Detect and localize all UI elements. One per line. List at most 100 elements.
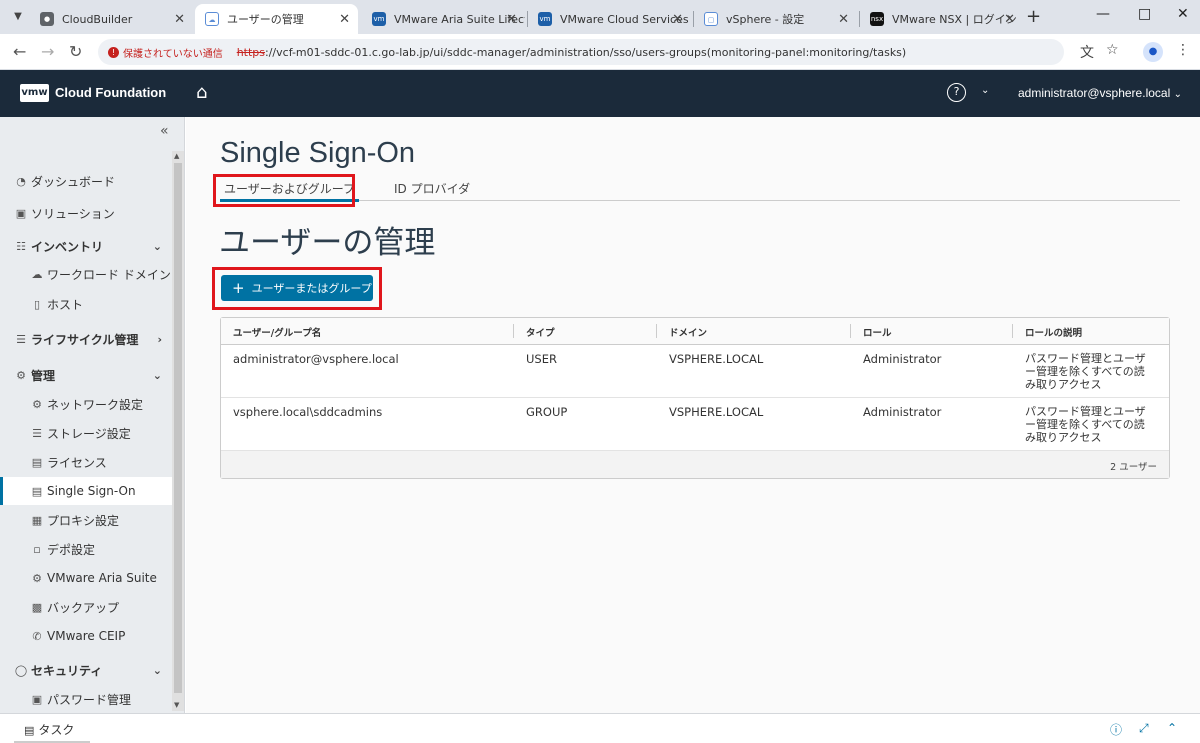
column-header-role-desc[interactable]: ロールの説明	[1025, 325, 1082, 339]
inventory-icon: ☷	[16, 239, 26, 253]
aria-icon: ⚙	[32, 571, 42, 585]
vmware-icon: vm	[538, 12, 552, 26]
desc-line: パスワード管理とユーザ	[1025, 352, 1146, 365]
browser-tab-cloudbuilder[interactable]: ● CloudBuilder ✕	[30, 4, 193, 34]
network-icon: ⚙	[32, 397, 42, 411]
column-separator[interactable]	[656, 324, 657, 338]
desc-line: み取りアクセス	[1025, 378, 1102, 391]
sidebar-item-proxy[interactable]: ▦ プロキシ設定	[0, 506, 172, 534]
minimize-icon[interactable]: —	[1096, 6, 1110, 22]
scrollbar-thumb[interactable]	[174, 163, 182, 693]
chevron-down-icon: ⌄	[152, 239, 162, 253]
browser-tab-user-management[interactable]: ☁ ユーザーの管理 ✕	[195, 4, 358, 34]
section-title: ユーザーの管理	[219, 225, 436, 260]
chevron-down-icon: ⌄	[152, 368, 162, 382]
table-row: vsphere.local\sddcadmins GROUP VSPHERE.L…	[221, 398, 1169, 451]
sidebar-group-admin[interactable]: ⚙ 管理 ⌄	[0, 361, 172, 389]
sidebar-item-network[interactable]: ⚙ ネットワーク設定	[0, 390, 172, 418]
desc-line: ー管理を除くすべての読	[1025, 418, 1145, 431]
sidebar-item-license[interactable]: ▤ ライセンス	[0, 448, 172, 476]
tab-search-dropdown-icon[interactable]: ▼	[6, 6, 30, 28]
collapse-sidebar-icon[interactable]: «	[160, 123, 169, 139]
sidebar-item-sso[interactable]: ▤ Single Sign-On	[0, 477, 172, 505]
security-indicator[interactable]: ! 保護されていない通信	[108, 45, 223, 60]
maximize-icon[interactable]: □	[1138, 6, 1151, 22]
sidebar-item-label: ホスト	[47, 297, 84, 312]
browser-tab-nsx[interactable]: nsx VMware NSX | ログイン ✕	[860, 4, 1023, 34]
reload-icon[interactable]: ↻	[69, 42, 82, 61]
depot-icon: ▫	[33, 542, 41, 556]
window-close-icon[interactable]: ✕	[1177, 6, 1189, 22]
tasks-tab[interactable]: ▤ タスク	[24, 721, 74, 738]
close-tab-icon[interactable]: ✕	[672, 12, 683, 27]
column-separator[interactable]	[850, 324, 851, 338]
sidebar-group-lifecycle[interactable]: ☰ ライフサイクル管理 ›	[0, 325, 172, 353]
sidebar-item-dashboard[interactable]: ◔ ダッシュボード	[0, 167, 172, 195]
sidebar-item-label: セキュリティ	[31, 663, 103, 678]
chevron-down-icon[interactable]: ⌄	[981, 85, 989, 96]
user-name: administrator@vsphere.local	[1018, 86, 1171, 100]
app-brand[interactable]: Cloud Foundation	[55, 85, 166, 100]
page-title: Single Sign-On	[220, 137, 416, 169]
host-icon: ▯	[33, 297, 41, 311]
column-header-domain[interactable]: ドメイン	[669, 325, 707, 339]
cell-domain: VSPHERE.LOCAL	[669, 352, 764, 366]
browser-tab-vsphere[interactable]: ▢ vSphere - 設定 ✕	[694, 4, 857, 34]
sidebar-item-label: ソリューション	[31, 206, 115, 221]
sidebar-group-inventory[interactable]: ☷ インベントリ ⌄	[0, 232, 172, 260]
close-tab-icon[interactable]: ✕	[1004, 12, 1015, 27]
sidebar-item-host[interactable]: ▯ ホスト	[0, 290, 172, 318]
profile-avatar-icon[interactable]: ●	[1143, 42, 1163, 62]
sidebar-group-security[interactable]: ◯ セキュリティ ⌄	[0, 656, 172, 684]
sidebar-item-aria-suite[interactable]: ⚙ VMware Aria Suite	[0, 564, 172, 592]
column-header-type[interactable]: タイプ	[526, 325, 555, 339]
address-bar[interactable]: ! 保護されていない通信 https://vcf-m01-sddc-01.c.g…	[98, 39, 1064, 65]
sidebar-item-label: VMware CEIP	[47, 629, 126, 643]
column-separator[interactable]	[513, 324, 514, 338]
expand-icon[interactable]: ⤢	[1139, 721, 1149, 736]
url-text[interactable]: https://vcf-m01-sddc-01.c.go-lab.jp/ui/s…	[237, 46, 907, 59]
browser-menu-icon[interactable]: ⋮	[1176, 42, 1190, 58]
sidebar-item-solutions[interactable]: ▣ ソリューション	[0, 199, 172, 227]
browser-tab-aria-lifecycle[interactable]: vm VMware Aria Suite Lifecyc ✕	[362, 4, 525, 34]
sidebar-item-ceip[interactable]: ✆ VMware CEIP	[0, 622, 172, 650]
license-icon: ▤	[31, 455, 43, 469]
browser-toolbar: ← → ↻ ! 保護されていない通信 https://vcf-m01-sddc-…	[0, 34, 1200, 70]
browser-tab-cloud-services[interactable]: vm VMware Cloud Services ✕	[528, 4, 691, 34]
sidebar-item-workload-domain[interactable]: ☁ ワークロード ドメイン	[0, 260, 172, 288]
help-circle-icon[interactable]: ⓘ	[1110, 721, 1122, 738]
task-panel-bar: ▤ タスク ⓘ ⤢ ⌃	[0, 713, 1200, 743]
sidebar-item-depot[interactable]: ▫ デポ設定	[0, 535, 172, 563]
sidebar-item-storage[interactable]: ☰ ストレージ設定	[0, 419, 172, 447]
column-header-name[interactable]: ユーザー/グループ名	[233, 325, 321, 339]
close-tab-icon[interactable]: ✕	[838, 12, 849, 27]
scroll-down-icon[interactable]: ▼	[174, 701, 179, 709]
close-tab-icon[interactable]: ✕	[506, 12, 517, 27]
column-separator[interactable]	[1012, 324, 1013, 338]
sidebar-scrollbar[interactable]: ▲ ▼	[172, 151, 184, 711]
nsx-icon: nsx	[870, 12, 884, 26]
sidebar-item-label: パスワード管理	[47, 692, 132, 707]
sidebar-item-label: VMware Aria Suite	[47, 571, 157, 585]
column-header-role[interactable]: ロール	[863, 325, 892, 339]
new-tab-icon[interactable]: +	[1026, 6, 1041, 27]
close-tab-icon[interactable]: ✕	[339, 12, 350, 27]
close-tab-icon[interactable]: ✕	[174, 12, 185, 27]
sidebar-item-backup[interactable]: ▩ バックアップ	[0, 593, 172, 621]
tab-id-provider[interactable]: ID プロバイダ	[390, 180, 474, 197]
users-groups-table: ユーザー/グループ名 タイプ ドメイン ロール ロールの説明 administr…	[220, 317, 1170, 479]
home-icon[interactable]: ⌂	[196, 82, 207, 103]
forward-icon[interactable]: →	[41, 42, 54, 61]
help-icon[interactable]: ?	[947, 83, 966, 102]
sidebar-item-password[interactable]: ▣ パスワード管理	[0, 685, 172, 713]
user-menu[interactable]: administrator@vsphere.local ⌄	[1018, 86, 1182, 100]
bookmark-star-icon[interactable]: ☆	[1106, 42, 1119, 58]
back-icon[interactable]: ←	[13, 42, 26, 61]
chevron-right-icon: ›	[157, 332, 162, 346]
double-chevron-up-icon[interactable]: ⌃	[1167, 721, 1177, 735]
clipboard-icon: ▤	[24, 724, 35, 737]
cell-role-desc: パスワード管理とユーザ ー管理を除くすべての読 み取りアクセス	[1025, 405, 1157, 444]
translate-icon[interactable]: 文	[1080, 42, 1094, 62]
scroll-up-icon[interactable]: ▲	[174, 152, 179, 160]
proxy-icon: ▦	[31, 513, 43, 527]
